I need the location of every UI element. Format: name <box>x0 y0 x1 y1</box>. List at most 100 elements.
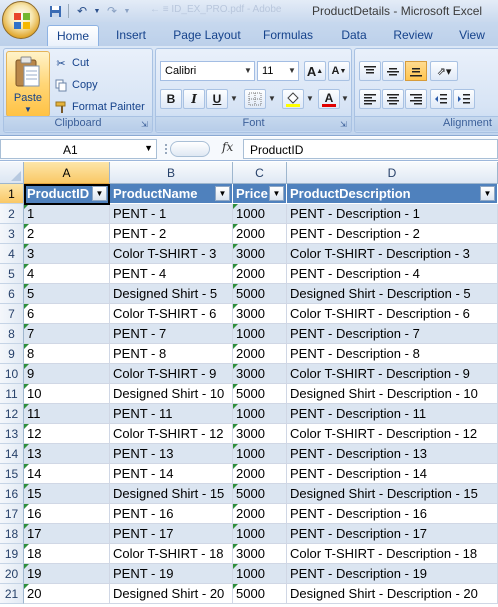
table-cell[interactable]: 5000 <box>233 484 287 504</box>
table-cell[interactable]: PENT - 16 <box>110 504 233 524</box>
name-box-dropdown-icon[interactable]: ▼ <box>144 143 153 153</box>
paste-dropdown-icon[interactable]: ▼ <box>7 105 49 114</box>
table-cell[interactable]: PENT - 14 <box>110 464 233 484</box>
table-header-cell[interactable]: ProductDescription ▼ <box>287 184 498 204</box>
tab-formulas[interactable]: Formulas <box>257 25 319 46</box>
table-header-cell[interactable]: ProductID ▼ <box>24 184 110 204</box>
row-header[interactable]: 3 <box>0 224 24 244</box>
fill-color-dropdown-icon[interactable]: ▼ <box>305 89 315 109</box>
table-cell[interactable]: 5000 <box>233 284 287 304</box>
column-header-a[interactable]: A <box>24 162 110 184</box>
table-cell[interactable]: Designed Shirt - 5 <box>110 284 233 304</box>
table-cell[interactable]: Color T-SHIRT - Description - 12 <box>287 424 498 444</box>
row-header[interactable]: 4 <box>0 244 24 264</box>
table-cell[interactable]: 1000 <box>233 524 287 544</box>
table-cell[interactable]: Color T-SHIRT - 6 <box>110 304 233 324</box>
table-cell[interactable]: Designed Shirt - Description - 5 <box>287 284 498 304</box>
insert-function-icon[interactable]: fx <box>222 140 233 154</box>
row-header[interactable]: 7 <box>0 304 24 324</box>
table-cell[interactable]: 1 <box>24 204 110 224</box>
formula-input[interactable]: ProductID <box>243 139 498 159</box>
row-header[interactable]: 13 <box>0 424 24 444</box>
table-cell[interactable]: 15 <box>24 484 110 504</box>
row-header[interactable]: 1 <box>0 184 24 204</box>
table-cell[interactable]: 12 <box>24 424 110 444</box>
row-header[interactable]: 11 <box>0 384 24 404</box>
table-cell[interactable]: Designed Shirt - 15 <box>110 484 233 504</box>
tab-insert[interactable]: Insert <box>106 25 156 46</box>
table-cell[interactable]: Color T-SHIRT - Description - 6 <box>287 304 498 324</box>
shrink-font-button[interactable]: A ▼ <box>328 61 350 81</box>
row-header[interactable]: 9 <box>0 344 24 364</box>
table-cell[interactable]: Color T-SHIRT - 9 <box>110 364 233 384</box>
row-header[interactable]: 14 <box>0 444 24 464</box>
table-cell[interactable]: 8 <box>24 344 110 364</box>
table-cell[interactable]: PENT - Description - 17 <box>287 524 498 544</box>
table-cell[interactable]: PENT - 13 <box>110 444 233 464</box>
tab-home[interactable]: Home <box>47 25 99 46</box>
increase-indent-button[interactable] <box>453 89 475 109</box>
formula-bar-expander[interactable] <box>170 141 210 157</box>
table-cell[interactable]: 6 <box>24 304 110 324</box>
table-cell[interactable]: PENT - 2 <box>110 224 233 244</box>
column-header-d[interactable]: D <box>287 162 498 184</box>
table-cell[interactable]: PENT - Description - 7 <box>287 324 498 344</box>
table-cell[interactable]: Color T-SHIRT - Description - 3 <box>287 244 498 264</box>
table-cell[interactable]: 3000 <box>233 424 287 444</box>
table-cell[interactable]: 3000 <box>233 244 287 264</box>
worksheet-grid[interactable]: A B C D 1 ProductID ▼ ProductName ▼ Price ▼ Product… <box>0 162 498 607</box>
row-header[interactable]: 2 <box>0 204 24 224</box>
table-cell[interactable]: 2000 <box>233 264 287 284</box>
table-cell[interactable]: Designed Shirt - 20 <box>110 584 233 604</box>
table-cell[interactable]: PENT - 11 <box>110 404 233 424</box>
table-cell[interactable]: 18 <box>24 544 110 564</box>
table-cell[interactable]: 19 <box>24 564 110 584</box>
align-right-button[interactable] <box>405 89 427 109</box>
row-header[interactable]: 8 <box>0 324 24 344</box>
row-header[interactable]: 20 <box>0 564 24 584</box>
table-cell[interactable]: 13 <box>24 444 110 464</box>
table-cell[interactable]: 5000 <box>233 384 287 404</box>
table-cell[interactable]: PENT - Description - 19 <box>287 564 498 584</box>
table-cell[interactable]: PENT - 8 <box>110 344 233 364</box>
tab-data[interactable]: Data <box>334 25 374 46</box>
column-header-c[interactable]: C <box>233 162 287 184</box>
table-cell[interactable]: 3000 <box>233 364 287 384</box>
table-cell[interactable]: PENT - Description - 13 <box>287 444 498 464</box>
decrease-indent-button[interactable] <box>430 89 452 109</box>
paste-button[interactable]: Paste ▼ <box>6 51 50 117</box>
table-cell[interactable]: 3000 <box>233 544 287 564</box>
align-middle-button[interactable] <box>382 61 404 81</box>
table-cell[interactable]: 4 <box>24 264 110 284</box>
table-cell[interactable]: PENT - Description - 11 <box>287 404 498 424</box>
table-cell[interactable]: Designed Shirt - Description - 15 <box>287 484 498 504</box>
table-cell[interactable]: 2000 <box>233 224 287 244</box>
table-cell[interactable]: PENT - 7 <box>110 324 233 344</box>
table-cell[interactable]: 7 <box>24 324 110 344</box>
format-painter-button[interactable]: Format Painter <box>54 97 145 117</box>
row-header[interactable]: 16 <box>0 484 24 504</box>
font-size-combo[interactable]: 11 ▼ <box>257 61 299 81</box>
table-cell[interactable]: Designed Shirt - Description - 10 <box>287 384 498 404</box>
table-cell[interactable]: 17 <box>24 524 110 544</box>
undo-dropdown-icon[interactable]: ▼ <box>93 3 101 19</box>
align-center-button[interactable] <box>382 89 404 109</box>
column-header-b[interactable]: B <box>110 162 233 184</box>
table-cell[interactable]: PENT - Description - 1 <box>287 204 498 224</box>
font-color-button[interactable]: A <box>318 89 340 109</box>
table-cell[interactable]: 2000 <box>233 344 287 364</box>
table-cell[interactable]: Color T-SHIRT - 18 <box>110 544 233 564</box>
table-cell[interactable]: Designed Shirt - 10 <box>110 384 233 404</box>
filter-dropdown-icon[interactable]: ▼ <box>215 186 230 201</box>
table-cell[interactable]: 2000 <box>233 504 287 524</box>
filter-dropdown-icon[interactable]: ▼ <box>480 186 495 201</box>
table-cell[interactable]: 5 <box>24 284 110 304</box>
table-cell[interactable]: 1000 <box>233 204 287 224</box>
row-header[interactable]: 15 <box>0 464 24 484</box>
table-cell[interactable]: 2000 <box>233 464 287 484</box>
redo-icon[interactable]: ↷ <box>103 3 121 19</box>
office-button[interactable] <box>2 1 40 39</box>
table-cell[interactable]: PENT - Description - 4 <box>287 264 498 284</box>
table-cell[interactable]: 16 <box>24 504 110 524</box>
table-cell[interactable]: PENT - 1 <box>110 204 233 224</box>
